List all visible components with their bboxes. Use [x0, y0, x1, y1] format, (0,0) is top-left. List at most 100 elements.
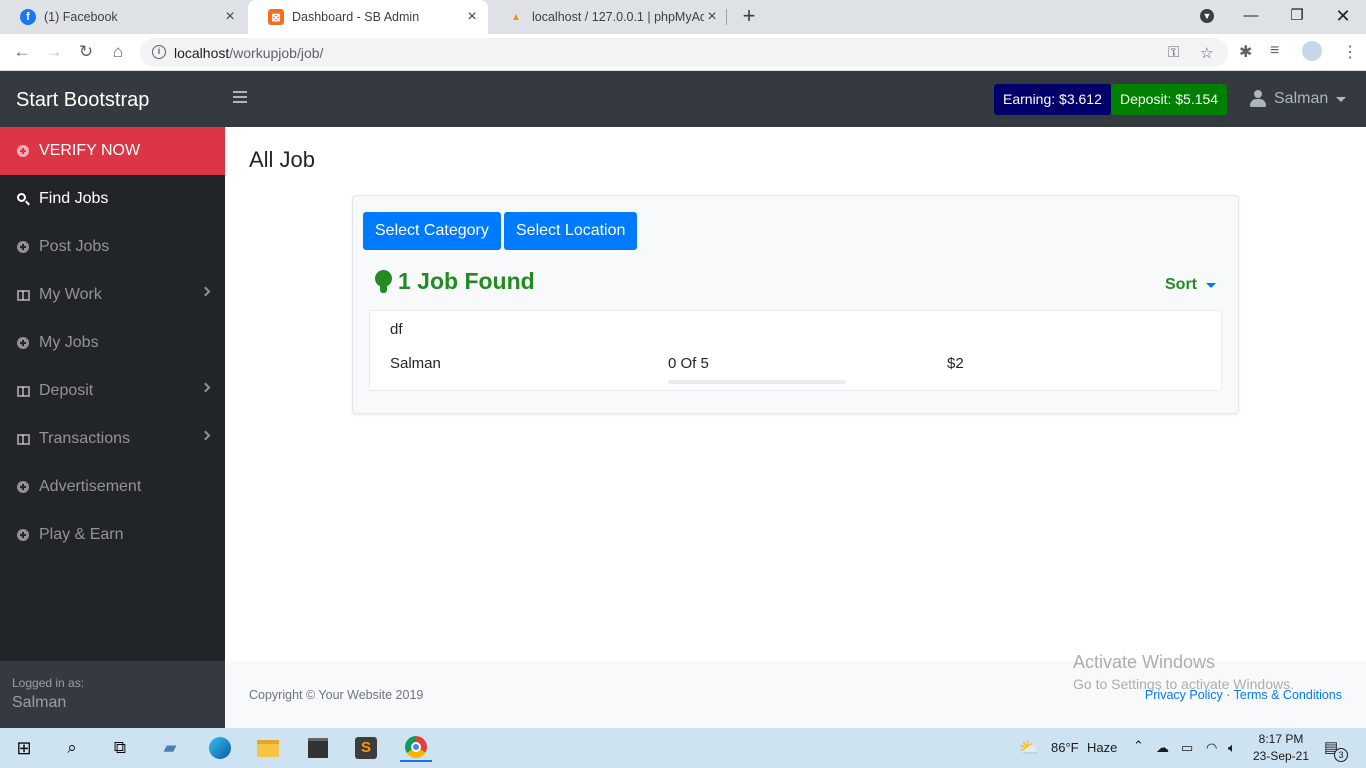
- select-category-button[interactable]: Select Category: [363, 212, 501, 250]
- tab-title: localhost / 127.0.0.1 | phpMyAdm: [532, 10, 704, 24]
- plus-circle-icon: [16, 144, 30, 158]
- system-clock[interactable]: 8:17 PM 23-Sep-21: [1252, 731, 1310, 765]
- sidebar-item-my-work[interactable]: My Work: [0, 271, 225, 319]
- task-view-icon[interactable]: ⧉: [106, 734, 134, 762]
- jobs-card: Select Category Select Location 1 Job Fo…: [352, 195, 1239, 414]
- tab-facebook[interactable]: f (1) Facebook ×: [0, 0, 246, 34]
- weather-text[interactable]: Haze: [1087, 740, 1117, 755]
- lightbulb-icon: [375, 269, 392, 294]
- address-bar[interactable]: i localhost/workupjob/job/ ⚿ ☆: [140, 38, 1228, 67]
- close-tab-icon[interactable]: ×: [464, 9, 480, 25]
- chevron-up-icon[interactable]: ⌃: [1133, 738, 1144, 754]
- logged-in-label: Logged in as:: [12, 676, 85, 690]
- chevron-right-icon: [200, 382, 211, 393]
- plus-circle-icon: [16, 240, 30, 254]
- volume-icon[interactable]: 🔈︎: [1228, 740, 1236, 756]
- job-progress-text: 0 Of 5: [668, 355, 709, 372]
- tab-phpmyadmin[interactable]: ▲ localhost / 127.0.0.1 | phpMyAdm ×: [488, 0, 728, 34]
- notification-count: 3: [1334, 748, 1348, 762]
- sidebar-item-label: Deposit: [39, 382, 94, 399]
- activate-windows-watermark: Activate Windows Go to Settings to activ…: [1073, 652, 1294, 692]
- facebook-icon: f: [20, 9, 36, 25]
- sidebar-item-post-jobs[interactable]: Post Jobs: [0, 223, 225, 271]
- browser-toolbar: ← → ↻ ⌂ i localhost/workupjob/job/ ⚿ ☆ ✱…: [0, 34, 1366, 71]
- url-text[interactable]: localhost/workupjob/job/: [174, 45, 323, 61]
- sidebar-item-deposit[interactable]: Deposit: [0, 367, 225, 415]
- files-app-icon[interactable]: ▰: [156, 734, 184, 762]
- windows-taskbar: ⊞ ⌕ ⧉ ▰ S ⛅ 86°F Haze ⌃ ☁ ▭ ◠ 🔈︎ 8:17 PM…: [0, 728, 1366, 768]
- sidebar-item-play-earn[interactable]: Play & Earn: [0, 511, 225, 559]
- sidebar-item-transactions[interactable]: Transactions: [0, 415, 225, 463]
- job-list-item[interactable]: df Salman 0 Of 5 $2: [369, 310, 1222, 391]
- menu-icon[interactable]: ⋮: [1342, 42, 1358, 62]
- caret-down-icon: [1336, 96, 1347, 102]
- sidebar-item-find-jobs[interactable]: Find Jobs: [0, 175, 225, 223]
- brand-link[interactable]: Start Bootstrap: [16, 89, 149, 112]
- tab-search-icon[interactable]: ▼: [1184, 0, 1230, 34]
- close-tab-icon[interactable]: ×: [222, 9, 238, 25]
- store-icon[interactable]: [304, 734, 332, 762]
- top-navbar: Start Bootstrap Earning: $3.612 Deposit:…: [0, 71, 1366, 127]
- sidebar-footer: Logged in as: Salman: [0, 661, 225, 728]
- forward-button[interactable]: →: [42, 40, 66, 64]
- jobs-found-text: 1 Job Found: [398, 268, 535, 294]
- columns-icon: [16, 432, 30, 446]
- wifi-icon[interactable]: ◠: [1206, 740, 1217, 756]
- logged-in-user: Salman: [12, 694, 67, 711]
- watermark-subtitle: Go to Settings to activate Windows.: [1073, 676, 1294, 692]
- sidebar-item-verify-now[interactable]: VERIFY NOW: [0, 127, 225, 175]
- site-info-icon[interactable]: i: [152, 45, 166, 59]
- restore-button[interactable]: ❐: [1274, 0, 1320, 34]
- job-progress-bar: [668, 380, 846, 384]
- sidebar-item-label: Find Jobs: [39, 190, 109, 207]
- minimize-button[interactable]: —: [1228, 0, 1274, 34]
- weather-icon[interactable]: ⛅: [1019, 738, 1039, 758]
- sidebar-toggle-icon[interactable]: [233, 91, 247, 105]
- sidebar-item-my-jobs[interactable]: My Jobs: [0, 319, 225, 367]
- key-icon[interactable]: ⚿: [1168, 44, 1179, 61]
- close-window-button[interactable]: ✕: [1320, 0, 1366, 34]
- windows-start-icon[interactable]: ⊞: [10, 734, 38, 762]
- caret-down-icon: [1206, 282, 1216, 288]
- copyright-text: Copyright © Your Website 2019: [249, 688, 424, 702]
- chevron-right-icon: [200, 286, 211, 297]
- user-dropdown[interactable]: Salman: [1250, 90, 1347, 108]
- earning-badge: Earning: $3.612: [994, 84, 1111, 115]
- sidebar: VERIFY NOW Find Jobs Post Jobs My Work M…: [0, 127, 225, 728]
- home-button[interactable]: ⌂: [106, 40, 130, 64]
- onedrive-icon[interactable]: ☁: [1156, 740, 1169, 756]
- sidebar-item-label: My Work: [39, 286, 102, 303]
- clock-time: 8:17 PM: [1258, 732, 1304, 746]
- watermark-title: Activate Windows: [1073, 652, 1216, 672]
- sidebar-item-advertisement[interactable]: Advertisement: [0, 463, 225, 511]
- tab-dashboard[interactable]: ⊠ Dashboard - SB Admin ×: [248, 0, 488, 34]
- extensions-icon[interactable]: ✱: [1239, 42, 1252, 62]
- job-pay: $2: [947, 355, 964, 372]
- phpmyadmin-icon: ▲: [511, 11, 521, 23]
- close-tab-icon[interactable]: ×: [704, 9, 720, 25]
- new-tab-button[interactable]: +: [737, 4, 761, 28]
- bookmark-star-icon[interactable]: ☆: [1200, 44, 1213, 62]
- job-title[interactable]: df: [390, 321, 403, 338]
- battery-icon[interactable]: ▭: [1181, 740, 1193, 756]
- page-title: All Job: [249, 147, 316, 172]
- back-button[interactable]: ←: [10, 40, 34, 64]
- browser-tab-bar: f (1) Facebook × ⊠ Dashboard - SB Admin …: [0, 0, 1366, 34]
- temperature-text[interactable]: 86°F: [1051, 740, 1079, 755]
- reload-button[interactable]: ↻: [74, 40, 98, 64]
- media-queue-icon[interactable]: ≡: [1270, 42, 1279, 60]
- edge-icon[interactable]: [206, 734, 234, 762]
- plus-circle-icon: [16, 336, 30, 350]
- search-icon[interactable]: ⌕: [58, 734, 86, 762]
- profile-avatar[interactable]: [1302, 41, 1322, 61]
- select-location-button[interactable]: Select Location: [504, 212, 638, 250]
- sidebar-item-label: Post Jobs: [39, 238, 110, 255]
- user-icon: [1250, 90, 1266, 108]
- sort-label: Sort: [1165, 276, 1197, 293]
- sublime-text-icon[interactable]: S: [352, 734, 380, 762]
- columns-icon: [16, 288, 30, 302]
- sort-dropdown[interactable]: Sort: [1165, 276, 1216, 294]
- chrome-icon[interactable]: [400, 734, 432, 762]
- file-explorer-icon[interactable]: [254, 734, 282, 762]
- chevron-right-icon: [200, 430, 211, 441]
